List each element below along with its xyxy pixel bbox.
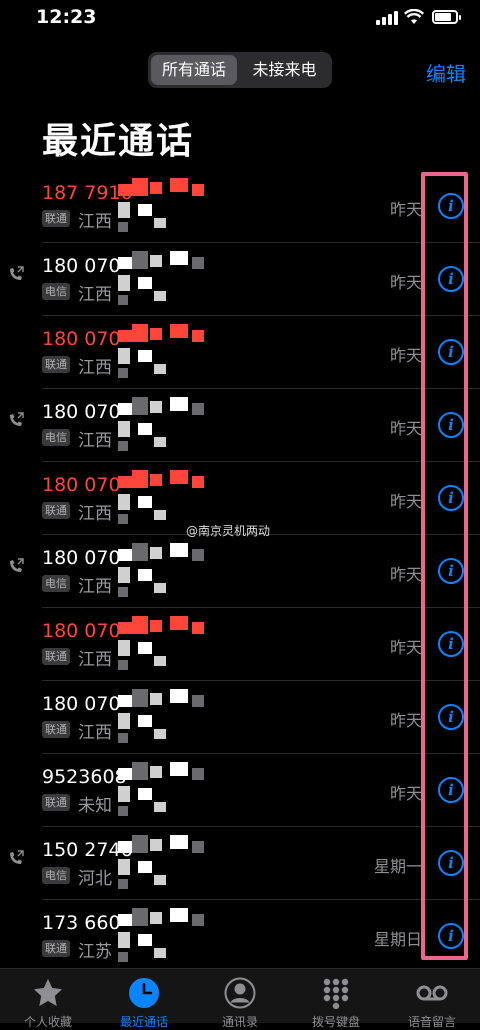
tab-favorites[interactable]: 个人收藏 — [0, 969, 96, 1029]
carrier-badge: 电信 — [42, 429, 70, 446]
redaction-mosaic — [118, 908, 218, 962]
call-row[interactable]: 180 070 联通 江西 昨天 i — [0, 608, 480, 681]
outgoing-call-icon — [10, 850, 24, 864]
redaction-mosaic — [118, 835, 218, 889]
call-time: 昨天 — [389, 638, 422, 657]
call-time: 昨天 — [389, 346, 422, 365]
call-time: 昨天 — [389, 273, 422, 292]
redaction-mosaic — [118, 178, 218, 232]
call-row[interactable]: 187 7910 联通 江西 昨天 i — [0, 170, 480, 243]
call-time: 昨天 — [389, 492, 422, 511]
outgoing-call-icon — [10, 558, 24, 572]
call-time: 星期日 — [373, 930, 422, 949]
carrier-badge: 联通 — [42, 502, 70, 519]
call-time: 昨天 — [389, 419, 422, 438]
caller-region: 江西 — [78, 577, 112, 597]
caller-region: 江西 — [78, 504, 112, 524]
tab-bar: 个人收藏 最近通话 通讯录 拨号键盘 语音留言 — [0, 968, 480, 1029]
caller-number: 180 070 — [42, 693, 121, 715]
outgoing-call-icon — [10, 412, 24, 426]
info-buttons-highlight — [421, 172, 468, 960]
wifi-icon — [404, 9, 424, 24]
status-time: 12:23 — [36, 6, 97, 28]
call-time: 昨天 — [389, 784, 422, 803]
star-icon — [34, 979, 62, 1006]
caller-region: 未知 — [78, 796, 112, 816]
redaction-mosaic — [118, 470, 218, 524]
caller-region: 江西 — [78, 212, 112, 232]
caller-region: 江西 — [78, 723, 112, 743]
battery-icon — [432, 10, 461, 24]
segment-missed-calls[interactable]: 未接来电 — [240, 55, 329, 85]
call-row[interactable]: 9523608 联通 未知 昨天 i — [0, 754, 480, 827]
call-row[interactable]: 180 070 联通 江西 昨天 i — [0, 681, 480, 754]
status-bar: 12:23 — [0, 0, 480, 36]
tab-recents[interactable]: 最近通话 — [96, 969, 192, 1029]
caller-number: 180 070 — [42, 620, 121, 642]
caller-number: 180 070 — [42, 401, 121, 423]
caller-region: 江西 — [78, 431, 112, 451]
page-title: 最近通话 — [42, 121, 195, 162]
tab-keypad[interactable]: 拨号键盘 — [288, 969, 384, 1029]
watermark: @南京灵机两动 — [186, 524, 271, 538]
carrier-badge: 联通 — [42, 940, 70, 957]
call-row[interactable]: 180 070 电信 江西 昨天 i — [0, 389, 480, 462]
recent-calls-list: 187 7910 联通 江西 昨天 i 180 070 电信 江西 昨天 i 180 070 联通 江西… — [0, 170, 480, 973]
redaction-mosaic — [118, 543, 218, 597]
call-row[interactable]: 173 660 联通 江苏 星期日 i — [0, 900, 480, 973]
carrier-badge: 电信 — [42, 283, 70, 300]
caller-number: 180 070 — [42, 474, 121, 496]
edit-button[interactable]: 编辑 — [426, 58, 466, 87]
clock-icon — [129, 978, 159, 1008]
segment-all-calls[interactable]: 所有通话 — [151, 55, 237, 85]
redaction-mosaic — [118, 397, 218, 451]
carrier-badge: 联通 — [42, 648, 70, 665]
caller-number: 173 660 — [42, 912, 121, 934]
voicemail-icon — [416, 985, 448, 1001]
redaction-mosaic — [118, 762, 218, 816]
call-filter-segmented-control: 所有通话 未接来电 — [148, 52, 332, 88]
carrier-badge: 联通 — [42, 210, 70, 227]
call-row[interactable]: 180 070 电信 江西 昨天 i — [0, 243, 480, 316]
carrier-badge: 联通 — [42, 721, 70, 738]
caller-region: 江西 — [78, 285, 112, 305]
caller-region: 河北 — [78, 869, 112, 889]
caller-region: 江苏 — [78, 942, 112, 962]
call-time: 星期一 — [373, 857, 422, 876]
call-time: 昨天 — [389, 711, 422, 730]
redaction-mosaic — [118, 616, 218, 670]
call-time: 昨天 — [389, 565, 422, 584]
call-row[interactable]: 150 2746 电信 河北 星期一 i — [0, 827, 480, 900]
caller-number: 9523608 — [42, 766, 127, 788]
carrier-badge: 电信 — [42, 867, 70, 884]
tab-contacts[interactable]: 通讯录 — [192, 969, 288, 1029]
caller-region: 江西 — [78, 650, 112, 670]
call-time: 昨天 — [389, 200, 422, 219]
caller-number: 180 070 — [42, 328, 121, 350]
carrier-badge: 电信 — [42, 575, 70, 592]
call-row[interactable]: 180 070 联通 江西 昨天 i — [0, 316, 480, 389]
carrier-badge: 联通 — [42, 356, 70, 373]
person-icon — [224, 977, 256, 1009]
keypad-icon — [323, 978, 349, 1009]
carrier-badge: 联通 — [42, 794, 70, 811]
outgoing-call-icon — [10, 266, 24, 280]
cellular-signal-icon — [376, 11, 398, 25]
caller-number: 180 070 — [42, 255, 121, 277]
call-row[interactable]: 180 070 电信 江西 昨天 i — [0, 535, 480, 608]
redaction-mosaic — [118, 324, 218, 378]
caller-region: 江西 — [78, 358, 112, 378]
caller-number: 180 070 — [42, 547, 121, 569]
redaction-mosaic — [118, 689, 218, 743]
tab-voicemail[interactable]: 语音留言 — [384, 969, 480, 1029]
redaction-mosaic — [118, 251, 218, 305]
